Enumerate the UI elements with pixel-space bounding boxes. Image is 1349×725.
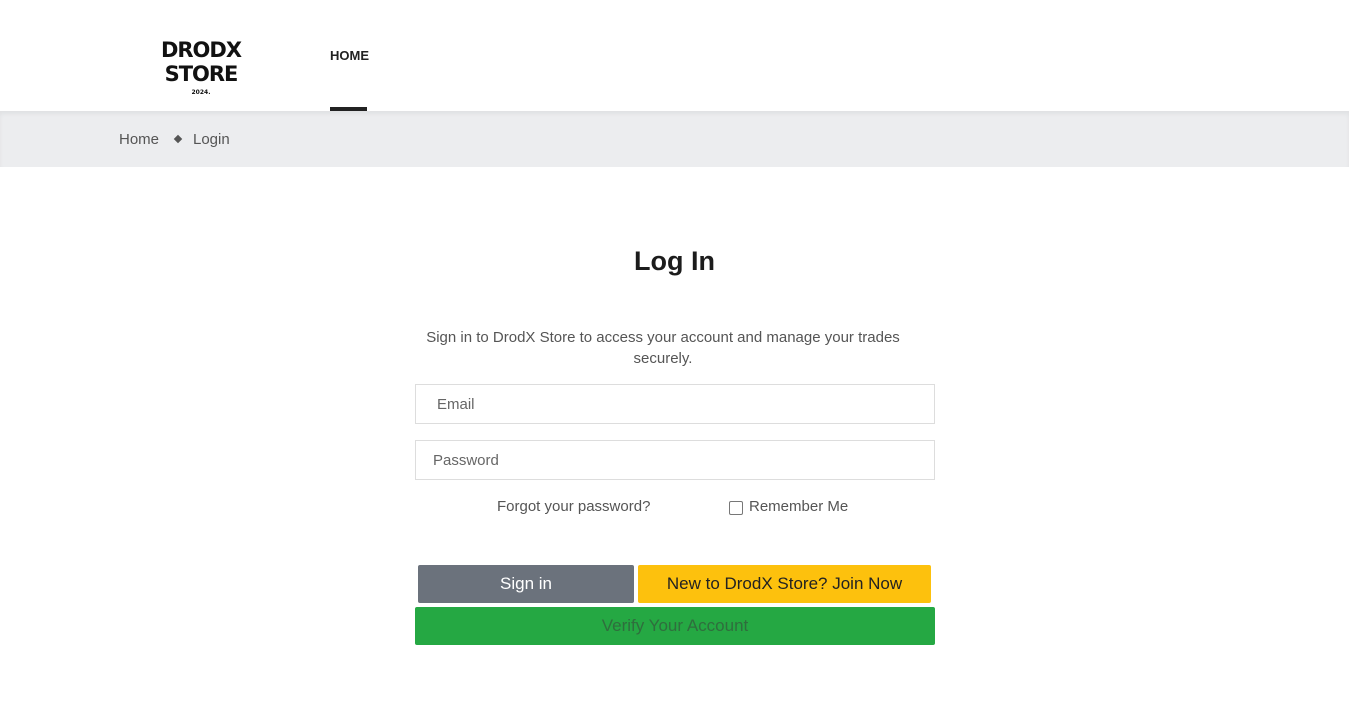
nav-home-label[interactable]: HOME — [330, 48, 369, 63]
page-title: Log In — [634, 246, 715, 276]
breadcrumb-home-link[interactable]: Home — [119, 131, 159, 148]
sign-in-button[interactable]: Sign in — [418, 565, 634, 603]
verify-account-button[interactable]: Verify Your Account — [415, 607, 935, 645]
store-logo[interactable]: DRODX STORE 2024. — [124, 38, 278, 97]
logo-text: DRODX STORE — [160, 38, 242, 86]
forgot-password-link[interactable]: Forgot your password? — [497, 498, 650, 515]
password-field[interactable] — [415, 440, 935, 480]
nav-item-home[interactable]: HOME — [330, 0, 369, 111]
remember-me-label[interactable]: Remember Me — [749, 498, 848, 515]
email-field[interactable] — [415, 384, 935, 424]
breadcrumb: Home Login — [0, 111, 1349, 167]
remember-me-checkbox[interactable] — [729, 501, 743, 515]
logo-year: 2024. — [191, 89, 211, 96]
join-now-button[interactable]: New to DrodX Store? Join Now — [638, 565, 931, 603]
login-description: Sign in to DrodX Store to access your ac… — [426, 329, 900, 367]
breadcrumb-current: Login — [193, 131, 230, 148]
site-header: DRODX STORE 2024. HOME — [0, 0, 1349, 111]
